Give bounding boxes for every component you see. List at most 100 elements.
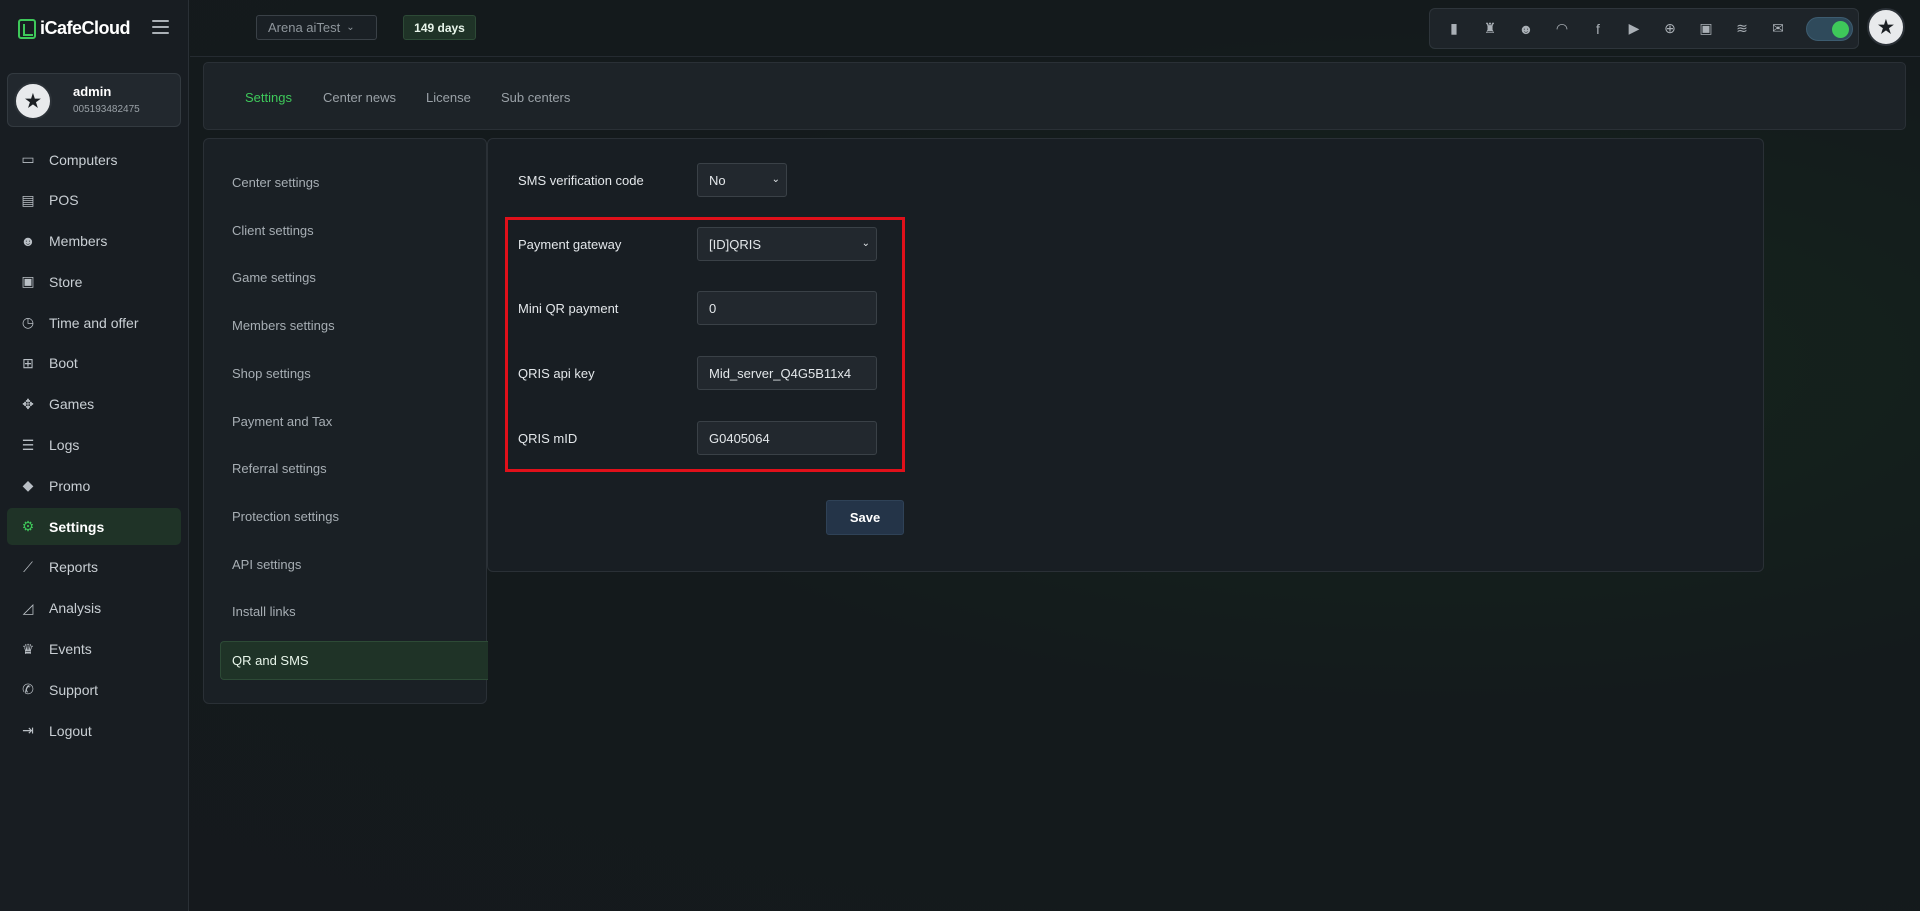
sidebar-item-support[interactable]: ✆ Support bbox=[7, 671, 181, 708]
sidebar-item-label: Logout bbox=[49, 722, 92, 739]
register-icon: ▤ bbox=[21, 191, 35, 208]
menu-item-game-settings[interactable]: Game settings bbox=[232, 270, 316, 285]
sidebar-item-computers[interactable]: ▭ Computers bbox=[7, 141, 181, 178]
sidebar-item-label: Promo bbox=[49, 477, 91, 494]
crown-icon: ♛ bbox=[21, 640, 35, 657]
topbar: Arena aiTest ⌄ 149 days ▮ ♜ ☻ ◠ f ▶ ⊕ ▣ … bbox=[190, 0, 1920, 57]
ranking-icon[interactable]: ▮ bbox=[1442, 17, 1466, 41]
mail-icon[interactable]: ✉ bbox=[1766, 17, 1790, 41]
center-select-value: Arena aiTest bbox=[268, 20, 341, 35]
menu-item-api-settings[interactable]: API settings bbox=[232, 557, 301, 572]
menu-toggle-icon[interactable] bbox=[152, 20, 169, 34]
payment-gateway-value: [ID]QRIS bbox=[709, 236, 762, 252]
users-icon: ☻ bbox=[20, 233, 36, 250]
menu-item-install-links[interactable]: Install links bbox=[232, 604, 296, 619]
brand-name: iCafeCloud bbox=[40, 18, 131, 38]
tabs-panel: Settings Center news License Sub centers bbox=[203, 62, 1906, 130]
sidebar-item-logout[interactable]: ⇥ Logout bbox=[7, 712, 181, 749]
gear-icon: ⚙ bbox=[21, 518, 35, 535]
sidebar-nav: ▭ Computers ▤ POS ☻ Members ▣ Store ◷ Time an… bbox=[7, 141, 181, 753]
sidebar-item-label: POS bbox=[49, 192, 79, 209]
icafe-logo-icon bbox=[18, 18, 36, 39]
payment-gateway-select[interactable]: [ID]QRIS ⌄ bbox=[697, 227, 877, 261]
menu-item-referral-settings[interactable]: Referral settings bbox=[232, 461, 327, 476]
sms-verification-value: No bbox=[709, 172, 726, 188]
sidebar-item-analysis[interactable]: ◿ Analysis bbox=[7, 590, 181, 627]
menu-item-shop-settings[interactable]: Shop settings bbox=[232, 366, 311, 381]
qris-mid-value: G0405064 bbox=[709, 430, 770, 446]
sidebar-item-label: Analysis bbox=[49, 600, 102, 617]
sidebar-item-events[interactable]: ♛ Events bbox=[7, 631, 181, 668]
sidebar-item-label: Store bbox=[49, 273, 83, 290]
sidebar-item-label: Reports bbox=[49, 559, 99, 576]
sms-verification-label: SMS verification code bbox=[518, 173, 644, 188]
theme-toggle[interactable] bbox=[1806, 16, 1853, 41]
facebook-icon[interactable]: f bbox=[1586, 17, 1610, 41]
windows-icon: ⊞ bbox=[22, 354, 34, 371]
globe-icon[interactable]: ⊕ bbox=[1658, 17, 1682, 41]
profile-id: 005193482475 bbox=[73, 104, 140, 115]
eye-off-icon[interactable]: ≋ bbox=[1730, 17, 1754, 41]
sidebar-item-label: Settings bbox=[49, 518, 105, 535]
menu-item-client-settings[interactable]: Client settings bbox=[232, 223, 314, 238]
profile-card[interactable]: ★ admin 005193482475 bbox=[7, 73, 181, 127]
sidebar-item-label: Games bbox=[49, 396, 95, 413]
sidebar-item-time-and-offer[interactable]: ◷ Time and offer bbox=[7, 304, 181, 341]
quick-links-bar: ▮ ♜ ☻ ◠ f ▶ ⊕ ▣ ≋ ✉ bbox=[1429, 8, 1859, 49]
menu-item-protection-settings[interactable]: Protection settings bbox=[232, 509, 339, 524]
avatar: ★ bbox=[14, 82, 52, 120]
save-button[interactable]: Save bbox=[826, 500, 904, 535]
center-select[interactable]: Arena aiTest ⌄ bbox=[256, 15, 377, 40]
tab-license[interactable]: License bbox=[426, 90, 471, 105]
mini-qr-payment-value: 0 bbox=[709, 300, 717, 316]
timer-icon: ◷ bbox=[21, 314, 35, 331]
tab-center-news[interactable]: Center news bbox=[323, 90, 396, 105]
sidebar-item-pos[interactable]: ▤ POS bbox=[7, 182, 181, 219]
sidebar-item-logs[interactable]: ☰ Logs bbox=[7, 427, 181, 464]
sidebar-item-label: Time and offer bbox=[49, 314, 139, 331]
sidebar-item-label: Computers bbox=[49, 151, 118, 168]
settings-menu: Center settings Client settings Game set… bbox=[203, 138, 488, 704]
sidebar-item-label: Logs bbox=[49, 437, 80, 454]
user-avatar[interactable]: ★ bbox=[1867, 8, 1905, 46]
monitor-icon: ▭ bbox=[21, 151, 35, 167]
sidebar-item-label: Events bbox=[49, 641, 92, 658]
chevron-down-icon: ⌄ bbox=[861, 238, 870, 249]
license-days-badge: 149 days bbox=[403, 15, 476, 40]
sidebar-item-store[interactable]: ▣ Store bbox=[7, 263, 181, 300]
sidebar-item-label: Boot bbox=[49, 355, 78, 372]
sidebar-item-settings[interactable]: ⚙ Settings bbox=[7, 508, 181, 546]
sidebar-item-reports[interactable]: ⟋ Reports bbox=[7, 549, 181, 586]
area-chart-icon: ◿ bbox=[22, 599, 34, 616]
sms-verification-select[interactable]: No ⌄ bbox=[697, 163, 787, 197]
menu-item-payment-and-tax[interactable]: Payment and Tax bbox=[232, 414, 332, 429]
chevron-down-icon: ⌄ bbox=[771, 174, 780, 185]
bag-icon: ▣ bbox=[21, 273, 35, 290]
sidebar-item-members[interactable]: ☻ Members bbox=[7, 223, 181, 260]
qris-api-key-input[interactable]: Mid_server_Q4G5B11x4 bbox=[697, 356, 877, 390]
trophy-icon[interactable]: ♜ bbox=[1478, 17, 1502, 41]
chevron-down-icon: ⌄ bbox=[346, 22, 355, 33]
qris-mid-input[interactable]: G0405064 bbox=[697, 421, 877, 455]
youtube-icon[interactable]: ▶ bbox=[1622, 17, 1646, 41]
rss-icon[interactable]: ◠ bbox=[1550, 17, 1574, 41]
sidebar-item-promo[interactable]: ◆ Promo bbox=[7, 467, 181, 504]
brand-logo[interactable]: iCafeCloud bbox=[18, 18, 131, 39]
mini-qr-payment-label: Mini QR payment bbox=[518, 301, 619, 316]
menu-item-qr-and-sms[interactable]: QR and SMS bbox=[220, 641, 488, 680]
mini-qr-payment-input[interactable]: 0 bbox=[697, 291, 877, 325]
sidebar-item-label: Members bbox=[49, 233, 108, 250]
tab-sub-centers[interactable]: Sub centers bbox=[501, 90, 570, 105]
gamepad-icon: ✥ bbox=[22, 395, 34, 412]
payment-gateway-label: Payment gateway bbox=[518, 237, 622, 252]
line-chart-icon: ⟋ bbox=[23, 558, 33, 575]
sidebar-item-label: Support bbox=[49, 681, 99, 698]
group-icon[interactable]: ☻ bbox=[1514, 17, 1538, 41]
menu-item-center-settings[interactable]: Center settings bbox=[232, 175, 319, 190]
sidebar-item-boot[interactable]: ⊞ Boot bbox=[7, 345, 181, 382]
icafe-icon[interactable]: ▣ bbox=[1694, 17, 1718, 41]
sidebar-item-games[interactable]: ✥ Games bbox=[7, 386, 181, 423]
tab-settings[interactable]: Settings bbox=[245, 90, 292, 105]
list-icon: ☰ bbox=[21, 436, 35, 453]
menu-item-members-settings[interactable]: Members settings bbox=[232, 318, 335, 333]
